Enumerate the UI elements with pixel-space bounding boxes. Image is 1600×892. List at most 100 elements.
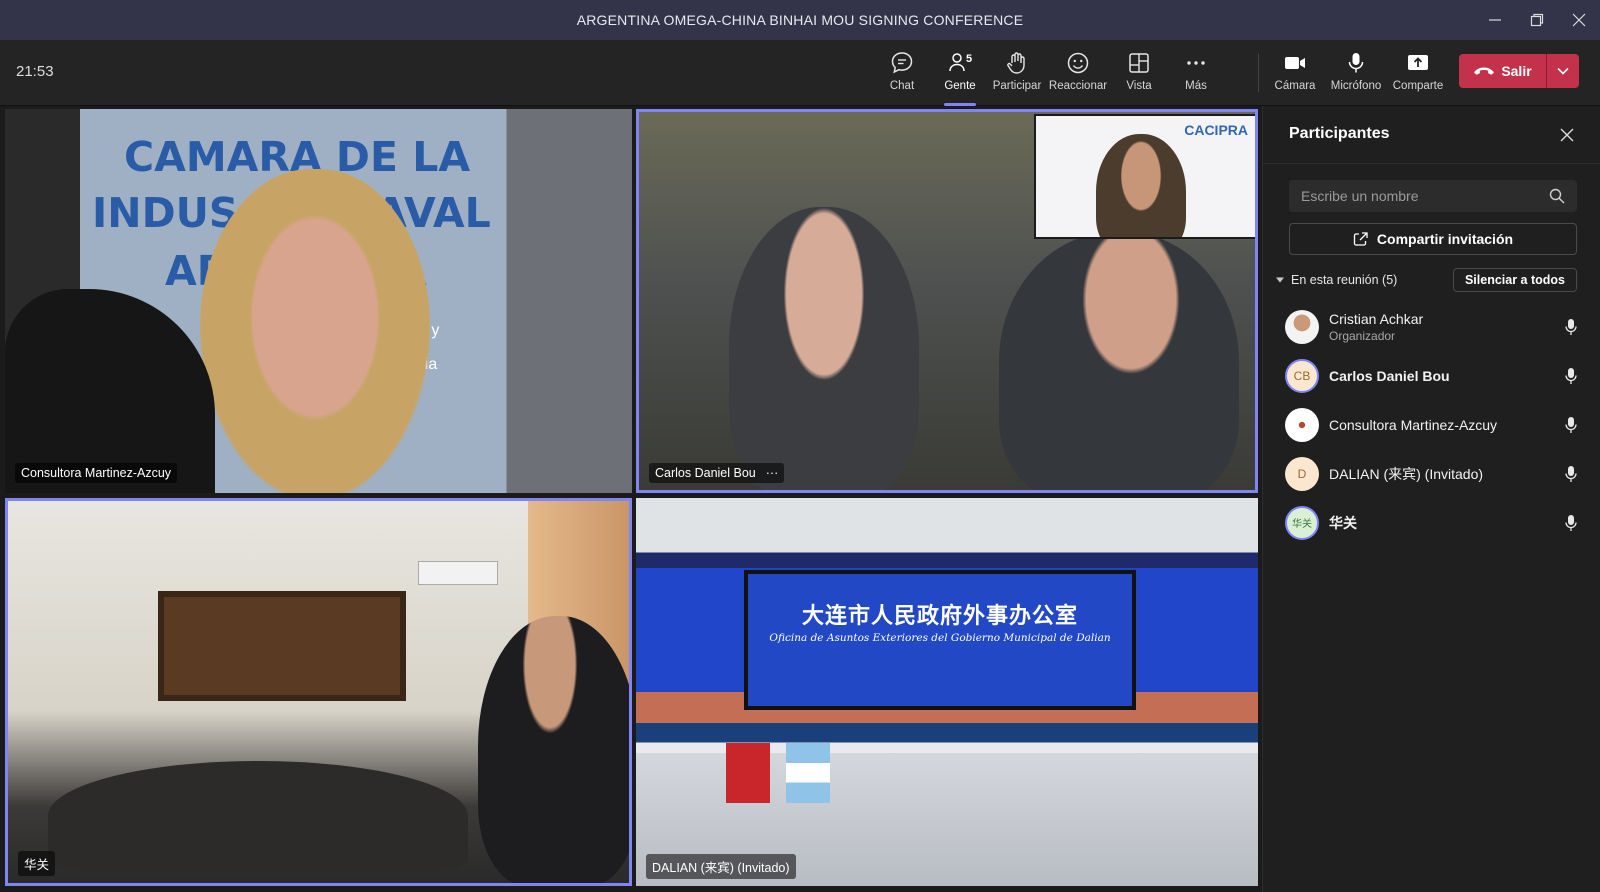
view-label: Vista: [1126, 80, 1152, 92]
panel-divider: [1263, 163, 1600, 164]
tile-name: Carlos Daniel Bou: [655, 466, 756, 480]
pip-video-feed: [1096, 134, 1186, 237]
participant-video-feed-left: [729, 207, 919, 490]
participant-list: Cristian Achkar Organizador CB Carlos Da…: [1263, 302, 1600, 547]
close-icon: [1560, 128, 1574, 142]
mute-all-button[interactable]: Silenciar a todos: [1452, 268, 1577, 292]
avatar: D: [1285, 456, 1319, 491]
share-invite-button[interactable]: Compartir invitación: [1289, 223, 1577, 255]
participant-row[interactable]: Cristian Achkar Organizador: [1263, 302, 1600, 351]
video-tile-dalian[interactable]: 大连市人民政府外事办公室 Oficina de Asuntos Exterior…: [636, 498, 1258, 886]
picture-in-picture: CACIPRA: [1034, 114, 1255, 239]
search-input[interactable]: [1301, 188, 1549, 204]
share-invite-label: Compartir invitación: [1376, 231, 1514, 247]
participant-video-feed: [478, 616, 629, 883]
microphone-icon: [1565, 466, 1577, 482]
people-button[interactable]: 5 Gente: [930, 48, 990, 106]
restore-icon: [1530, 13, 1544, 27]
room-display-screen: 大连市人民政府外事办公室 Oficina de Asuntos Exterior…: [744, 570, 1136, 710]
chat-button[interactable]: Chat: [872, 48, 932, 100]
microphone-icon: [1348, 53, 1364, 73]
toolbar-divider: [1258, 54, 1259, 92]
avatar: [1285, 407, 1319, 442]
participant-info: DALIAN (来宾) (Invitado): [1329, 464, 1483, 484]
participant-info: Cristian Achkar Organizador: [1329, 311, 1423, 343]
participant-row[interactable]: Consultora Martinez-Azcuy: [1263, 400, 1600, 449]
chat-icon: [891, 52, 913, 74]
pip-logo: CACIPRA: [1184, 122, 1248, 138]
tile-more-button[interactable]: ···: [766, 466, 779, 480]
hand-icon: [1007, 52, 1025, 74]
chevron-down-icon: [1557, 67, 1569, 75]
window-controls: [1474, 0, 1600, 40]
participant-search: [1289, 180, 1577, 212]
people-count-badge: 5: [966, 53, 973, 65]
participant-row[interactable]: CB Carlos Daniel Bou: [1263, 351, 1600, 400]
china-flag: [726, 743, 770, 803]
leave-label: Salir: [1501, 63, 1532, 79]
microphone-icon: [1565, 368, 1577, 384]
participant-row[interactable]: 华关 华关: [1263, 498, 1600, 547]
avatar: CB: [1285, 358, 1319, 393]
tile-name-label: 华关: [18, 851, 56, 876]
share-icon: [1353, 232, 1368, 246]
microphone-button[interactable]: Micrófono: [1326, 48, 1386, 100]
participant-name: Consultora Martinez-Azcuy: [1329, 416, 1498, 433]
video-stage: CAMARA DE LA INDUS AVAL AR A os y tria C…: [0, 106, 1262, 892]
microphone-icon: [1565, 417, 1577, 433]
minimize-button[interactable]: [1474, 0, 1516, 40]
view-button[interactable]: Vista: [1109, 48, 1169, 100]
participant-info: Consultora Martinez-Azcuy: [1329, 417, 1497, 433]
react-button[interactable]: Reaccionar: [1048, 48, 1108, 100]
leave-button-group: Salir: [1459, 54, 1579, 88]
tile-name-label: Carlos Daniel Bou ···: [649, 463, 785, 483]
section-label: En esta reunión (5): [1291, 273, 1398, 287]
title-bar: ARGENTINA OMEGA-CHINA BINHAI MOU SIGNING…: [0, 0, 1600, 40]
restore-button[interactable]: [1516, 0, 1558, 40]
microphone-icon: [1565, 319, 1577, 335]
in-meeting-section: En esta reunión (5) Silenciar a todos: [1275, 268, 1577, 292]
leave-options-button[interactable]: [1547, 54, 1579, 88]
microphone-icon: [1565, 515, 1577, 531]
react-label: Reaccionar: [1048, 80, 1108, 92]
participant-video-feed: [200, 169, 430, 493]
participant-role: Organizador: [1329, 328, 1396, 343]
camera-label: Cámara: [1274, 80, 1316, 92]
video-tile-huaguan[interactable]: 华关: [5, 498, 632, 886]
close-window-button[interactable]: [1558, 0, 1600, 40]
participant-name: Cristian Achkar: [1329, 310, 1424, 327]
meeting-toolbar: 21:53 Chat 5 Gente Participar Reaccionar…: [0, 40, 1600, 106]
close-panel-button[interactable]: [1555, 123, 1579, 147]
caret-down-icon[interactable]: [1275, 275, 1285, 285]
camera-button[interactable]: Cámara: [1265, 48, 1325, 100]
layout-grid-icon: [1129, 53, 1149, 73]
share-screen-button[interactable]: Comparte: [1388, 48, 1448, 100]
participants-panel: Participantes Compartir invitación En es…: [1262, 106, 1600, 892]
window-title: ARGENTINA OMEGA-CHINA BINHAI MOU SIGNING…: [576, 12, 1024, 28]
avatar: 华关: [1285, 505, 1319, 540]
participant-row[interactable]: D DALIAN (来宾) (Invitado): [1263, 449, 1600, 498]
share-screen-icon: [1408, 55, 1428, 70]
raise-hand-label: Participar: [992, 80, 1042, 92]
screen-spanish-text: Oficina de Asuntos Exteriores del Gobier…: [769, 632, 1111, 644]
share-screen-label: Comparte: [1392, 80, 1444, 92]
participant-name: DALIAN (来宾) (Invitado): [1329, 465, 1484, 482]
tile-name: DALIAN (来宾) (Invitado): [652, 861, 790, 875]
minimize-icon: [1489, 19, 1501, 21]
meeting-timer: 21:53: [16, 63, 54, 80]
video-tile-consultora[interactable]: CAMARA DE LA INDUS AVAL AR A os y tria C…: [5, 109, 632, 493]
participant-video-feed-right: [999, 232, 1239, 490]
tile-name: 华关: [24, 858, 50, 872]
more-button[interactable]: Más: [1166, 48, 1226, 100]
people-label: Gente: [944, 80, 976, 92]
search-icon: [1549, 188, 1565, 204]
argentina-flag: [786, 743, 830, 803]
panel-title: Participantes: [1289, 125, 1390, 142]
participant-info: Carlos Daniel Bou: [1329, 368, 1450, 384]
leave-button[interactable]: Salir: [1459, 54, 1546, 88]
video-tile-carlos[interactable]: CACIPRA Carlos Daniel Bou ···: [636, 109, 1258, 493]
banner-line-2: INDUS: [92, 189, 239, 237]
tile-name-label: Consultora Martinez-Azcuy: [15, 463, 178, 483]
hang-up-icon: [1474, 67, 1495, 75]
raise-hand-button[interactable]: Participar: [987, 48, 1047, 100]
